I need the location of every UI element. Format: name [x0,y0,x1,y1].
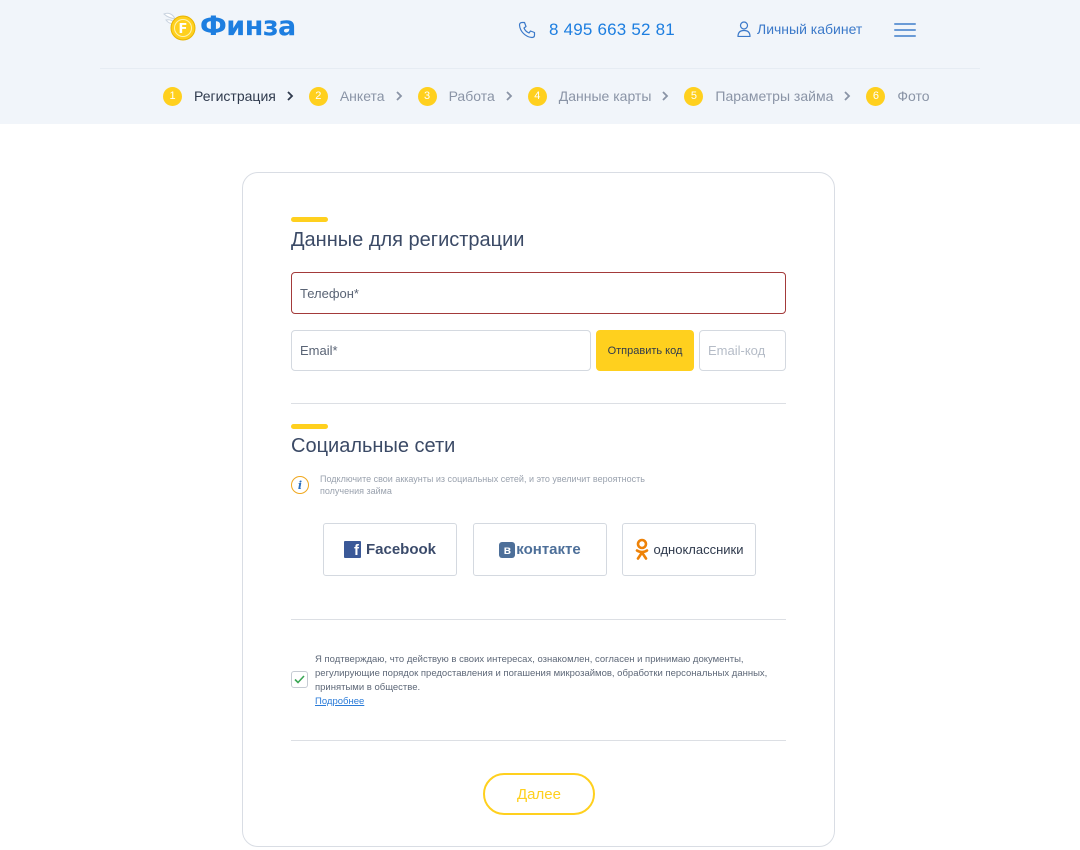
email-input[interactable]: Email* [291,330,591,371]
step-label: Данные карты [558,88,652,104]
winged-coin-logo-icon: F [162,8,198,44]
vk-icon: в [499,541,516,558]
user-icon [737,21,751,37]
hamburger-menu-icon[interactable] [894,23,916,39]
odnoklassniki-label: одноклассники [653,542,744,557]
step-label: Фото [897,88,930,104]
facebook-label: Facebook [365,541,437,558]
step-number: 4 [527,86,547,106]
consent-checkbox[interactable] [291,671,308,688]
chevron-right-icon [844,91,851,101]
logo-coin-letter: F [179,22,188,37]
step-number: 1 [163,86,182,106]
section-accent-bar [291,217,328,222]
email-code-input[interactable]: Email-код [699,330,786,371]
social-title: Социальные сети [291,435,456,457]
step-card-data[interactable]: 4 Данные карты [527,86,652,106]
checkmark-icon [294,675,305,684]
consent-block: Я подтверждаю, что действую в своих инте… [291,653,775,709]
personal-cabinet-link[interactable]: Личный кабинет [737,21,862,37]
social-info: i Подключите свои аккаунты из социальных… [291,473,650,497]
consent-text: Я подтверждаю, что действую в своих инте… [315,654,768,693]
header-divider [100,68,980,69]
registration-card: Данные для регистрации Телефон* Email* О… [242,172,835,847]
logo[interactable]: F Финза [162,6,296,46]
step-registration[interactable]: 1 Регистрация [163,86,276,106]
step-number: 2 [308,86,328,106]
divider [291,619,786,620]
step-number: 3 [417,86,437,106]
chevron-right-icon [287,91,294,101]
step-label: Анкета [339,88,385,104]
step-photo[interactable]: 6 Фото [866,86,930,106]
vkontakte-button[interactable]: в контакте [473,523,607,576]
facebook-icon: f [343,541,361,559]
registration-title: Данные для регистрации [291,229,525,251]
send-code-button[interactable]: Отправить код [596,330,694,371]
info-icon: i [291,476,309,494]
chevron-right-icon [395,91,402,101]
step-label: Работа [448,88,495,104]
odnoklassniki-icon [635,538,648,560]
step-questionnaire[interactable]: 2 Анкета [308,86,385,106]
divider [291,740,786,741]
more-details-link[interactable]: Подробнее [315,695,364,709]
divider [291,403,786,404]
step-work[interactable]: 3 Работа [417,86,495,106]
phone-icon [518,21,536,39]
step-loan-parameters[interactable]: 5 Параметры займа [684,86,834,106]
cabinet-label: Личный кабинет [757,21,863,37]
step-label: Регистрация [194,88,276,104]
brand-name: Финза [200,10,296,42]
phone-input[interactable]: Телефон* [291,272,786,314]
step-label: Параметры займа [715,88,834,104]
phone-number: 8 495 663 52 81 [549,20,675,39]
progress-steps: 1 Регистрация 2 Анкета 3 Работа 4 Данные… [163,86,930,106]
section-accent-bar [291,424,328,429]
vk-label: контакте [516,541,581,558]
odnoklassniki-button[interactable]: одноклассники [622,523,756,576]
step-number: 5 [684,86,704,106]
social-info-text: Подключите свои аккаунты из социальных с… [320,474,645,496]
chevron-right-icon [662,91,669,101]
facebook-button[interactable]: f Facebook [323,523,457,576]
next-button[interactable]: Далее [483,773,595,815]
consent-text-block: Я подтверждаю, что действую в своих инте… [315,653,775,709]
chevron-right-icon [506,91,513,101]
step-number: 6 [866,86,886,106]
header-phone[interactable]: 8 495 663 52 81 [518,20,675,40]
